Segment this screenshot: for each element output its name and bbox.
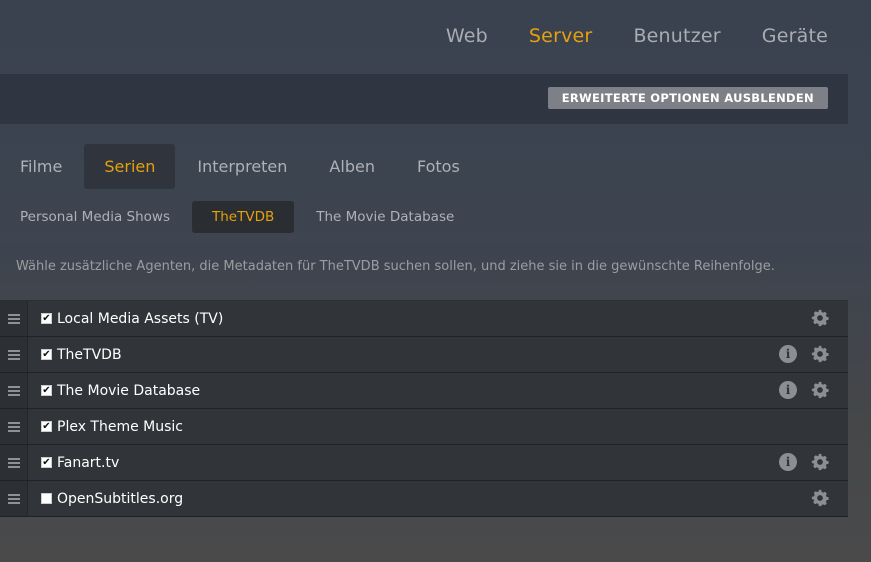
agent-row[interactable]: ✔ Local Media Assets (TV) [0, 300, 848, 337]
info-icon[interactable]: i [779, 453, 797, 471]
settings-toolbar: ERWEITERTE OPTIONEN AUSBLENDEN [0, 74, 848, 124]
agent-row[interactable]: ✔ Plex Theme Music [0, 409, 848, 445]
agent-checkbox[interactable]: ✔ [41, 421, 52, 432]
info-icon[interactable]: i [779, 345, 797, 363]
agent-actions [779, 309, 829, 327]
empty-slot [779, 489, 797, 507]
check-icon: ✔ [42, 348, 51, 360]
agent-checkbox[interactable]: ✔ [41, 457, 52, 468]
agent-checkbox[interactable]: ✔ [41, 313, 52, 324]
agent-actions [779, 489, 829, 507]
agent-name: TheTVDB [57, 346, 122, 363]
gear-icon[interactable] [811, 309, 829, 327]
gear-icon[interactable] [811, 489, 829, 507]
agent-name: Local Media Assets (TV) [57, 310, 224, 327]
agent-checkbox[interactable] [41, 493, 52, 504]
tab-fotos[interactable]: Fotos [397, 144, 480, 189]
agent-subtabs: Personal Media Shows TheTVDB The Movie D… [0, 201, 476, 233]
nav-benutzer[interactable]: Benutzer [633, 22, 720, 50]
gear-icon[interactable] [811, 381, 829, 399]
agent-row[interactable]: ✔ Fanart.tv i [0, 445, 848, 481]
info-icon[interactable]: i [779, 381, 797, 399]
drag-handle-icon[interactable] [0, 301, 28, 336]
nav-geraete[interactable]: Geräte [762, 22, 828, 50]
check-icon: ✔ [42, 420, 51, 432]
nav-web[interactable]: Web [446, 22, 488, 50]
agent-row[interactable]: ✔ The Movie Database i [0, 373, 848, 409]
subtab-personal-media-shows[interactable]: Personal Media Shows [0, 201, 190, 233]
drag-handle-icon[interactable] [0, 373, 28, 408]
agent-row[interactable]: ✔ TheTVDB i [0, 337, 848, 373]
agent-row[interactable]: OpenSubtitles.org [0, 481, 848, 517]
tab-alben[interactable]: Alben [309, 144, 395, 189]
agent-name: Plex Theme Music [57, 418, 184, 435]
library-type-tabs: Filme Serien Interpreten Alben Fotos [0, 144, 482, 189]
agent-checkbox[interactable]: ✔ [41, 349, 52, 360]
nav-server[interactable]: Server [529, 22, 593, 50]
agent-list: ✔ Local Media Assets (TV) ✔ TheTVDB i ✔ The Mo… [0, 300, 848, 517]
drag-handle-icon[interactable] [0, 409, 28, 444]
agent-name: The Movie Database [57, 382, 201, 399]
empty-slot [779, 417, 797, 435]
drag-handle-icon[interactable] [0, 445, 28, 480]
agent-actions: i [779, 453, 829, 471]
subtab-the-movie-database[interactable]: The Movie Database [296, 201, 474, 233]
check-icon: ✔ [42, 456, 51, 468]
hide-advanced-button[interactable]: ERWEITERTE OPTIONEN AUSBLENDEN [547, 87, 828, 109]
check-icon: ✔ [42, 384, 51, 396]
top-navigation: Web Server Benutzer Geräte [405, 22, 828, 50]
tab-filme[interactable]: Filme [0, 144, 82, 189]
gear-icon[interactable] [811, 453, 829, 471]
agent-name: OpenSubtitles.org [57, 490, 184, 507]
drag-handle-icon[interactable] [0, 337, 28, 372]
drag-handle-icon[interactable] [0, 481, 28, 516]
tab-interpreten[interactable]: Interpreten [177, 144, 307, 189]
empty-slot [779, 309, 797, 327]
tab-serien[interactable]: Serien [84, 144, 176, 189]
agent-actions: i [779, 345, 829, 363]
subtab-thetvdb[interactable]: TheTVDB [191, 201, 295, 233]
check-icon: ✔ [42, 312, 51, 324]
empty-slot [811, 417, 829, 435]
agent-actions [779, 417, 829, 435]
gear-icon[interactable] [811, 345, 829, 363]
agent-name: Fanart.tv [57, 454, 120, 471]
agents-description: Wähle zusätzliche Agenten, die Metadaten… [16, 259, 775, 274]
agent-actions: i [779, 381, 829, 399]
agent-checkbox[interactable]: ✔ [41, 385, 52, 396]
